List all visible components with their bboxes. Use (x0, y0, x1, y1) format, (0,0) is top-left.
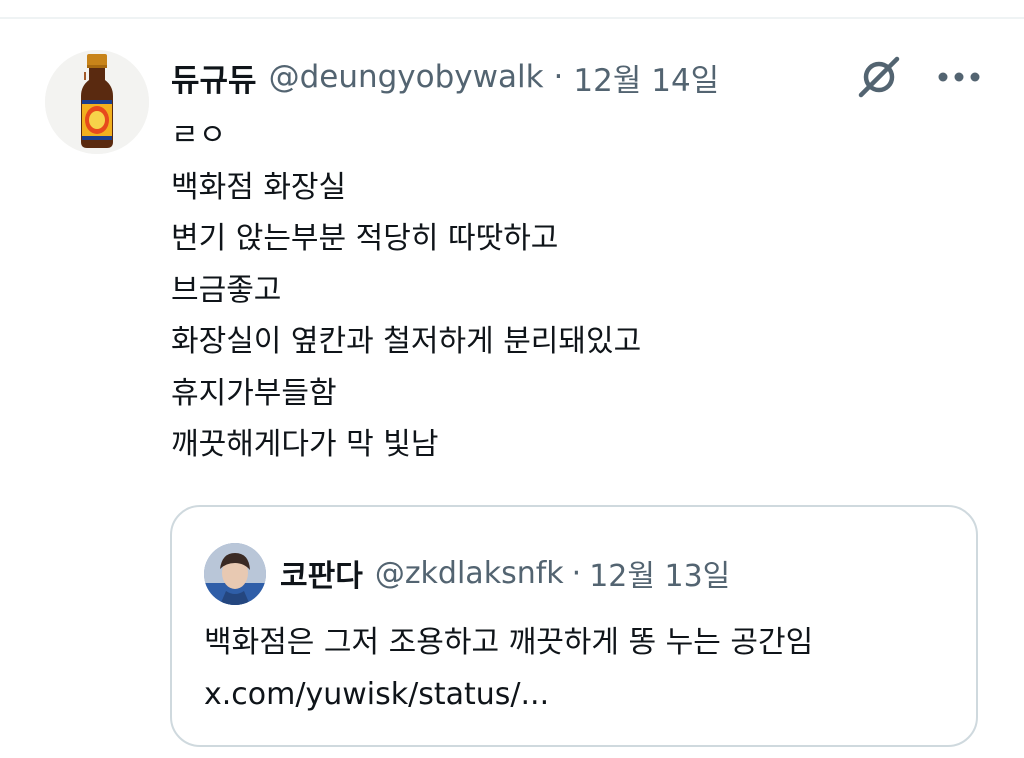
tweet[interactable]: 듀규듀 @deungyobywalk · 12월 14일 ㄹㅇ 백화점 화장실 … (0, 0, 1024, 758)
header-actions (854, 52, 984, 102)
more-button[interactable] (934, 52, 984, 102)
tweet-text: ㄹㅇ 백화점 화장실 변기 앉는부분 적당히 따땃하고 브금좋고 화장실이 옆칸… (171, 118, 642, 462)
quoted-tweet-header: 코판다 @zkdlaksnfk · 12월 13일 (280, 551, 730, 595)
quoted-user-handle: @zkdlaksnfk (374, 555, 564, 591)
display-name[interactable]: 듀규듀 (171, 55, 257, 100)
quoted-display-name: 코판다 (280, 559, 363, 594)
quoted-tweet-text: 백화점은 그저 조용하고 깨끗하게 똥 누는 공간임 (204, 625, 814, 660)
grok-button[interactable] (854, 52, 904, 102)
grok-icon (858, 56, 900, 98)
quoted-tweet-date: 12월 13일 (589, 559, 731, 594)
quoted-avatar (204, 543, 266, 605)
quoted-tweet-card[interactable]: 코판다 @zkdlaksnfk · 12월 13일 백화점은 그저 조용하고 깨… (170, 505, 978, 747)
divider (0, 17, 1024, 19)
tweet-date[interactable]: 12월 14일 (573, 55, 719, 100)
tweet-header: 듀규듀 @deungyobywalk · 12월 14일 (171, 54, 719, 100)
separator-dot: · (553, 59, 564, 95)
avatar[interactable] (45, 50, 149, 154)
quoted-tweet-link[interactable]: x.com/yuwisk/status/... (204, 669, 549, 721)
vitamin-drink-bottle-icon (45, 50, 149, 154)
profile-photo-icon (204, 543, 266, 605)
separator-dot: · (571, 555, 582, 591)
more-options-icon (938, 72, 980, 82)
user-handle[interactable]: @deungyobywalk (269, 59, 544, 95)
